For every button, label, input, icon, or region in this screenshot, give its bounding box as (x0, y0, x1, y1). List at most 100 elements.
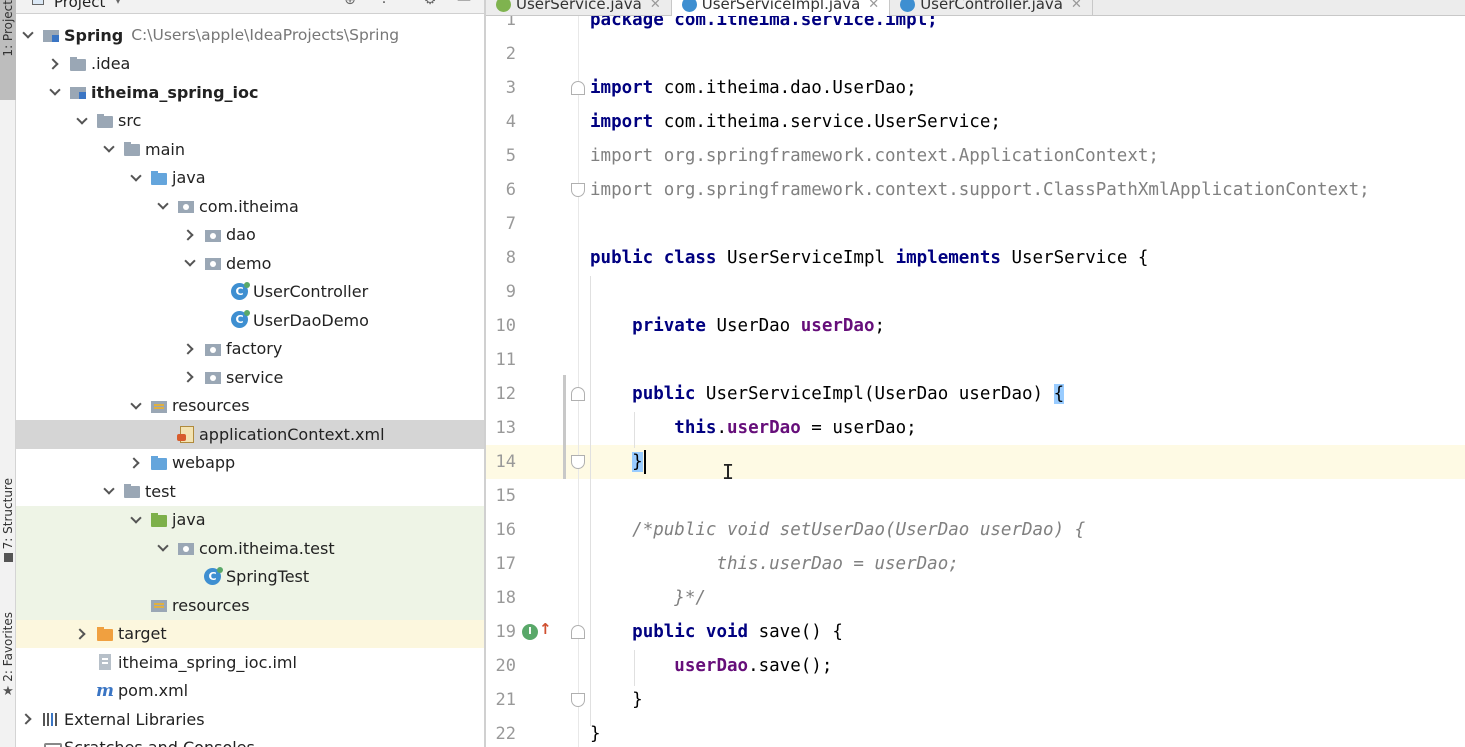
code-text: package com.itheima.service.impl; (590, 16, 938, 30)
tree-item-main[interactable]: main (16, 135, 484, 164)
tree-item-test-java[interactable]: java (16, 505, 484, 534)
arrow-up-icon[interactable]: ↑ (539, 620, 552, 638)
chevron-down-icon[interactable] (182, 255, 198, 271)
code-text: /*public void setUserDao(UserDao userDao… (590, 513, 1085, 547)
fold-icon[interactable] (571, 625, 585, 639)
tree-item-idea[interactable]: .idea (16, 50, 484, 79)
tree-item-service[interactable]: service (16, 363, 484, 392)
fold-icon[interactable] (571, 183, 585, 197)
chevron-down-icon[interactable] (128, 170, 144, 186)
tree-item-pom-xml[interactable]: m pom.xml (16, 677, 484, 706)
tree-item-test[interactable]: test (16, 477, 484, 506)
chevron-down-icon[interactable] (20, 27, 36, 43)
chevron-right-icon[interactable] (20, 711, 36, 727)
code-line-7: 7 (486, 207, 1465, 241)
tree-item-src[interactable]: src (16, 107, 484, 136)
project-tool-tab-label: 1: Project (1, 0, 15, 57)
tree-item-com-itheima[interactable]: com.itheima (16, 192, 484, 221)
code-editor[interactable]: 1 package com.itheima.service.impl; 2 3 … (486, 16, 1465, 747)
chevron-down-icon[interactable] (128, 512, 144, 528)
folder-icon (123, 483, 141, 499)
chevron-right-icon[interactable] (74, 626, 90, 642)
fold-icon[interactable] (571, 387, 585, 401)
code-line-8: 8 public class UserServiceImpl implement… (486, 241, 1465, 275)
editor-tab-bar: UserService.java ✕ UserServiceImpl.java … (486, 0, 1465, 16)
test-resources-folder-icon (150, 597, 168, 613)
code-line-14: 14 } (486, 445, 1465, 479)
tree-item-resources[interactable]: resources (16, 392, 484, 421)
test-source-folder-icon (150, 512, 168, 528)
chevron-down-icon[interactable] (101, 483, 117, 499)
tree-item-com-itheima-test[interactable]: com.itheima.test (16, 534, 484, 563)
implements-method-icon[interactable]: I (522, 624, 538, 640)
structure-tool-tab[interactable]: 7: Structure (0, 478, 16, 588)
locate-icon[interactable]: ⊕ (342, 0, 358, 8)
fold-icon[interactable] (571, 81, 585, 95)
chevron-down-icon[interactable] (74, 113, 90, 129)
tree-item-label: .idea (91, 54, 131, 74)
chevron-down-icon[interactable] (47, 84, 63, 100)
chevron-down-icon[interactable] (155, 198, 171, 214)
tree-item-external-libraries[interactable]: External Libraries (16, 705, 484, 734)
code-text: import org.springframework.context.Appli… (590, 146, 1159, 166)
libraries-icon (42, 711, 60, 727)
hide-icon[interactable]: — (456, 0, 472, 8)
close-icon[interactable]: ✕ (650, 0, 661, 12)
tree-item-label: pom.xml (118, 681, 189, 701)
tree-item-factory[interactable]: factory (16, 335, 484, 364)
chevron-down-icon[interactable] (128, 398, 144, 414)
tree-item-applicationcontext-xml[interactable]: applicationContext.xml (16, 420, 484, 449)
tree-item-itheima-spring-ioc[interactable]: itheima_spring_ioc (16, 78, 484, 107)
project-panel-title[interactable]: Project (54, 0, 105, 11)
chevron-down-icon[interactable] (155, 540, 171, 556)
code-text: import com.itheima.dao.UserDao; (590, 78, 917, 98)
tree-item-spring[interactable]: Spring C:\Users\apple\IdeaProjects\Sprin… (16, 21, 484, 50)
line-number: 6 (505, 180, 516, 200)
chevron-right-icon[interactable] (47, 56, 63, 72)
code-line-4: 4 import com.itheima.service.UserService… (486, 105, 1465, 139)
line-number: 14 (495, 452, 516, 472)
gear-icon[interactable]: ⚙ (422, 0, 438, 8)
package-icon (204, 369, 222, 385)
tree-item-dao[interactable]: dao (16, 221, 484, 250)
collapse-all-icon[interactable]: ÷ (376, 0, 392, 8)
tree-item-demo[interactable]: demo (16, 249, 484, 278)
chevron-down-icon[interactable] (101, 141, 117, 157)
tab-userservice[interactable]: UserService.java ✕ (486, 0, 672, 16)
project-tool-tab[interactable]: 1: Project (0, 0, 16, 100)
chevron-down-icon[interactable]: ▾ (110, 0, 126, 8)
tree-item-java[interactable]: java (16, 164, 484, 193)
favorites-tool-tab-label: 2: Favorites (1, 612, 15, 682)
fold-icon[interactable] (571, 693, 585, 707)
chevron-right-icon[interactable] (128, 455, 144, 471)
package-icon (204, 255, 222, 271)
tree-item-iml[interactable]: itheima_spring_ioc.iml (16, 648, 484, 677)
chevron-right-icon[interactable] (182, 341, 198, 357)
code-line-17: 17 this.userDao = userDao; (486, 547, 1465, 581)
code-line-2: 2 (486, 37, 1465, 71)
tab-label: UserController.java (920, 0, 1063, 13)
fold-icon[interactable] (571, 455, 585, 469)
tree-item-test-resources[interactable]: resources (16, 591, 484, 620)
close-icon[interactable]: ✕ (868, 0, 879, 12)
favorites-tool-tab[interactable]: 2: Favorites ★ (0, 612, 16, 722)
tab-usercontroller[interactable]: UserController.java ✕ (890, 0, 1093, 16)
code-line-11: 11 (486, 343, 1465, 377)
tab-userserviceimpl[interactable]: UserServiceImpl.java ✕ (671, 0, 891, 16)
tree-item-springtest[interactable]: SpringTest (16, 562, 484, 591)
tree-item-scratches[interactable]: Scratches and Consoles (16, 734, 484, 747)
tab-label: UserServiceImpl.java (701, 0, 861, 13)
tree-item-webapp[interactable]: webapp (16, 449, 484, 478)
code-line-3: 3 import com.itheima.dao.UserDao; (486, 71, 1465, 105)
chevron-right-icon[interactable] (182, 369, 198, 385)
folder-icon (69, 56, 87, 72)
tree-item-target[interactable]: target (16, 619, 484, 648)
close-icon[interactable]: ✕ (1071, 0, 1082, 12)
structure-tool-tab-label: 7: Structure (1, 478, 15, 550)
tree-item-label: SpringTest (226, 567, 310, 587)
code-text: } (590, 724, 601, 744)
tree-item-usercontroller[interactable]: UserController (16, 278, 484, 307)
tree-item-userdaodemo[interactable]: UserDaoDemo (16, 306, 484, 335)
package-icon (177, 540, 195, 556)
chevron-right-icon[interactable] (182, 227, 198, 243)
